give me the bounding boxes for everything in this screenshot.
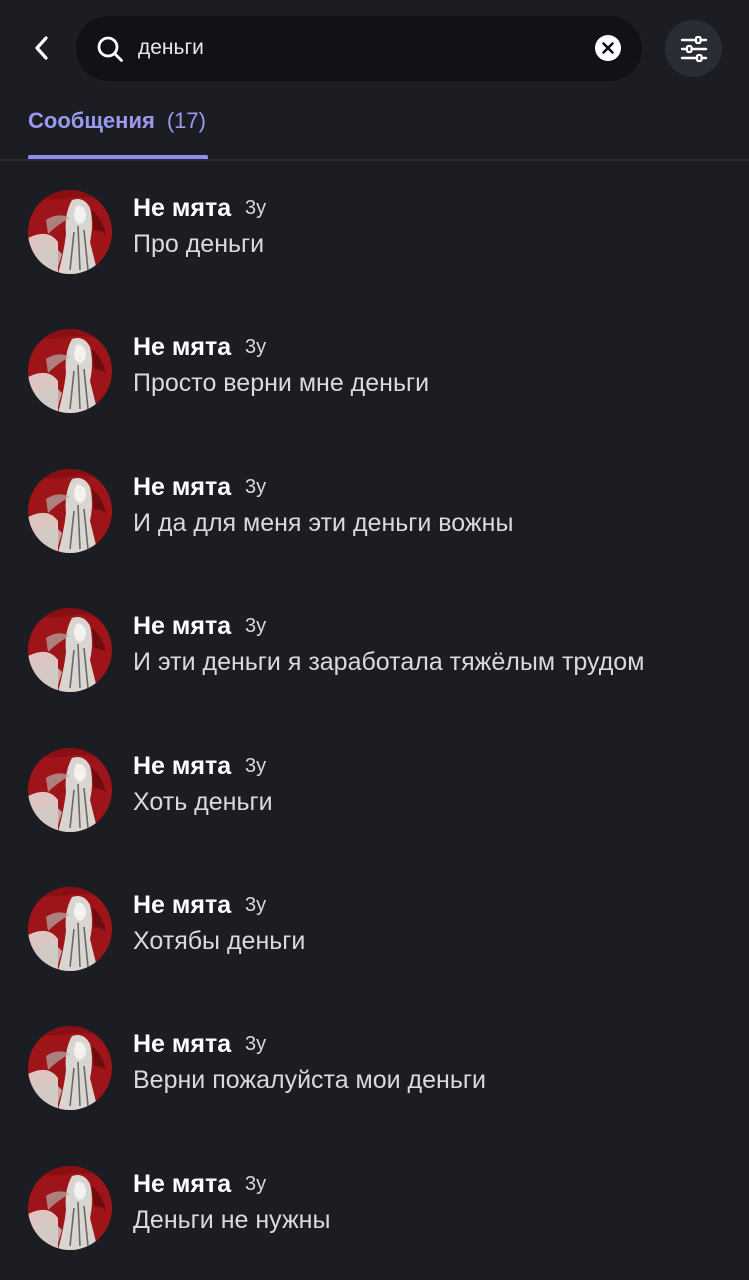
search-result-item[interactable]: Не мята 3y Просто верни мне деньги (0, 301, 749, 440)
message-time: 3y (245, 893, 267, 916)
message-text: Хоть деньги (133, 787, 273, 816)
tab-messages[interactable]: Сообщения (17) (28, 96, 208, 159)
avatar-image (28, 190, 112, 274)
search-result-item[interactable]: Не мята 3y Деньги не нужны (0, 1138, 749, 1277)
author-name: Не мята (133, 1169, 232, 1198)
message-time: 3y (245, 615, 267, 638)
clear-search-button[interactable] (595, 35, 621, 61)
avatar-image (28, 329, 112, 414)
author-name: Не мята (133, 333, 232, 362)
avatar[interactable] (28, 1165, 112, 1250)
avatar[interactable] (28, 468, 112, 553)
chevron-left-icon (35, 36, 48, 60)
message-time: 3y (245, 197, 267, 219)
avatar[interactable] (28, 329, 112, 414)
author-name: Не мята (133, 612, 232, 641)
avatar[interactable] (28, 747, 112, 832)
author-name: Не мята (133, 751, 232, 780)
filter-button[interactable] (665, 20, 722, 77)
top-bar (0, 0, 749, 96)
author-name: Не мята (133, 472, 232, 501)
author-name: Не мята (133, 1030, 232, 1059)
author-name: Не мята (133, 194, 232, 222)
avatar[interactable] (28, 886, 112, 971)
message-time: 3y (245, 1033, 267, 1056)
tab-bar: Сообщения (17) (0, 96, 749, 161)
tab-messages-count: (17) (166, 108, 206, 133)
message-time: 3y (245, 336, 267, 359)
message-time: 3y (245, 754, 267, 777)
search-input[interactable] (138, 31, 578, 65)
message-text: Хотябы деньги (133, 926, 306, 955)
avatar-image (28, 886, 112, 971)
search-bar[interactable] (76, 16, 642, 81)
search-icon (97, 36, 123, 62)
message-text: Верни пожалуйста мои деньги (133, 1066, 486, 1095)
message-text: Деньги не нужны (133, 1205, 331, 1234)
message-time: 3y (245, 475, 267, 498)
author-name: Не мята (133, 890, 232, 919)
close-icon (602, 42, 614, 54)
avatar-image (28, 608, 112, 693)
active-tab-indicator (28, 155, 208, 159)
avatar-image (28, 1026, 112, 1111)
avatar[interactable] (28, 1026, 112, 1111)
avatar[interactable] (28, 608, 112, 693)
search-result-item[interactable]: Не мята 3y Хотябы деньги (0, 859, 749, 998)
sliders-icon (680, 35, 707, 62)
message-text: И эти деньги я заработала тяжёлым трудом (133, 648, 645, 677)
search-result-item[interactable]: Не мята 3y И да для меня эти деньги вожн… (0, 441, 749, 580)
search-results-list: Не мята 3y Про деньги Не мята 3y Просто … (0, 162, 749, 1277)
back-button[interactable] (22, 28, 62, 68)
message-text: Про деньги (133, 230, 265, 258)
search-result-item[interactable]: Не мята 3y Верни пожалуйста мои деньги (0, 998, 749, 1137)
tab-messages-label: Сообщения (28, 108, 155, 133)
message-text: И да для меня эти деньги вожны (133, 508, 514, 537)
message-text: Просто верни мне деньги (133, 369, 430, 398)
avatar[interactable] (28, 190, 112, 274)
search-result-item[interactable]: Не мята 3y Хоть деньги (0, 720, 749, 859)
avatar-image (28, 468, 112, 553)
search-result-item[interactable]: Не мята 3y И эти деньги я заработала тяж… (0, 580, 749, 719)
avatar-image (28, 747, 112, 832)
message-time: 3y (245, 1172, 267, 1195)
avatar-image (28, 1165, 112, 1250)
search-result-item[interactable]: Не мята 3y Про деньги (0, 162, 749, 301)
